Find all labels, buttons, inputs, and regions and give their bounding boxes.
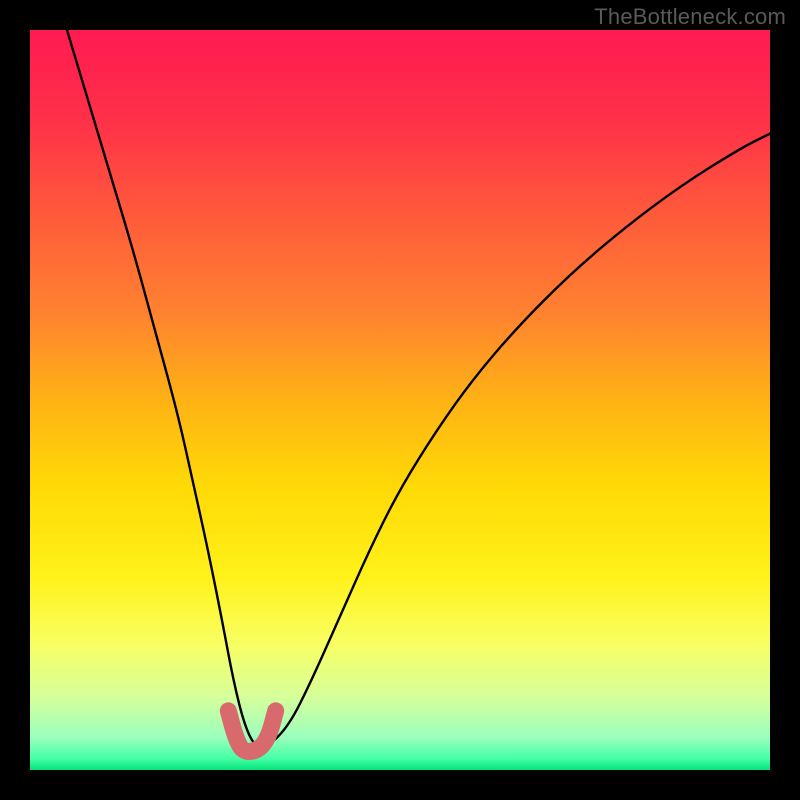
bottleneck-curve [67,30,770,748]
watermark-text: TheBottleneck.com [594,4,786,30]
good-fit-highlight [228,711,275,752]
curve-layer [30,30,770,770]
plot-area [30,30,770,770]
